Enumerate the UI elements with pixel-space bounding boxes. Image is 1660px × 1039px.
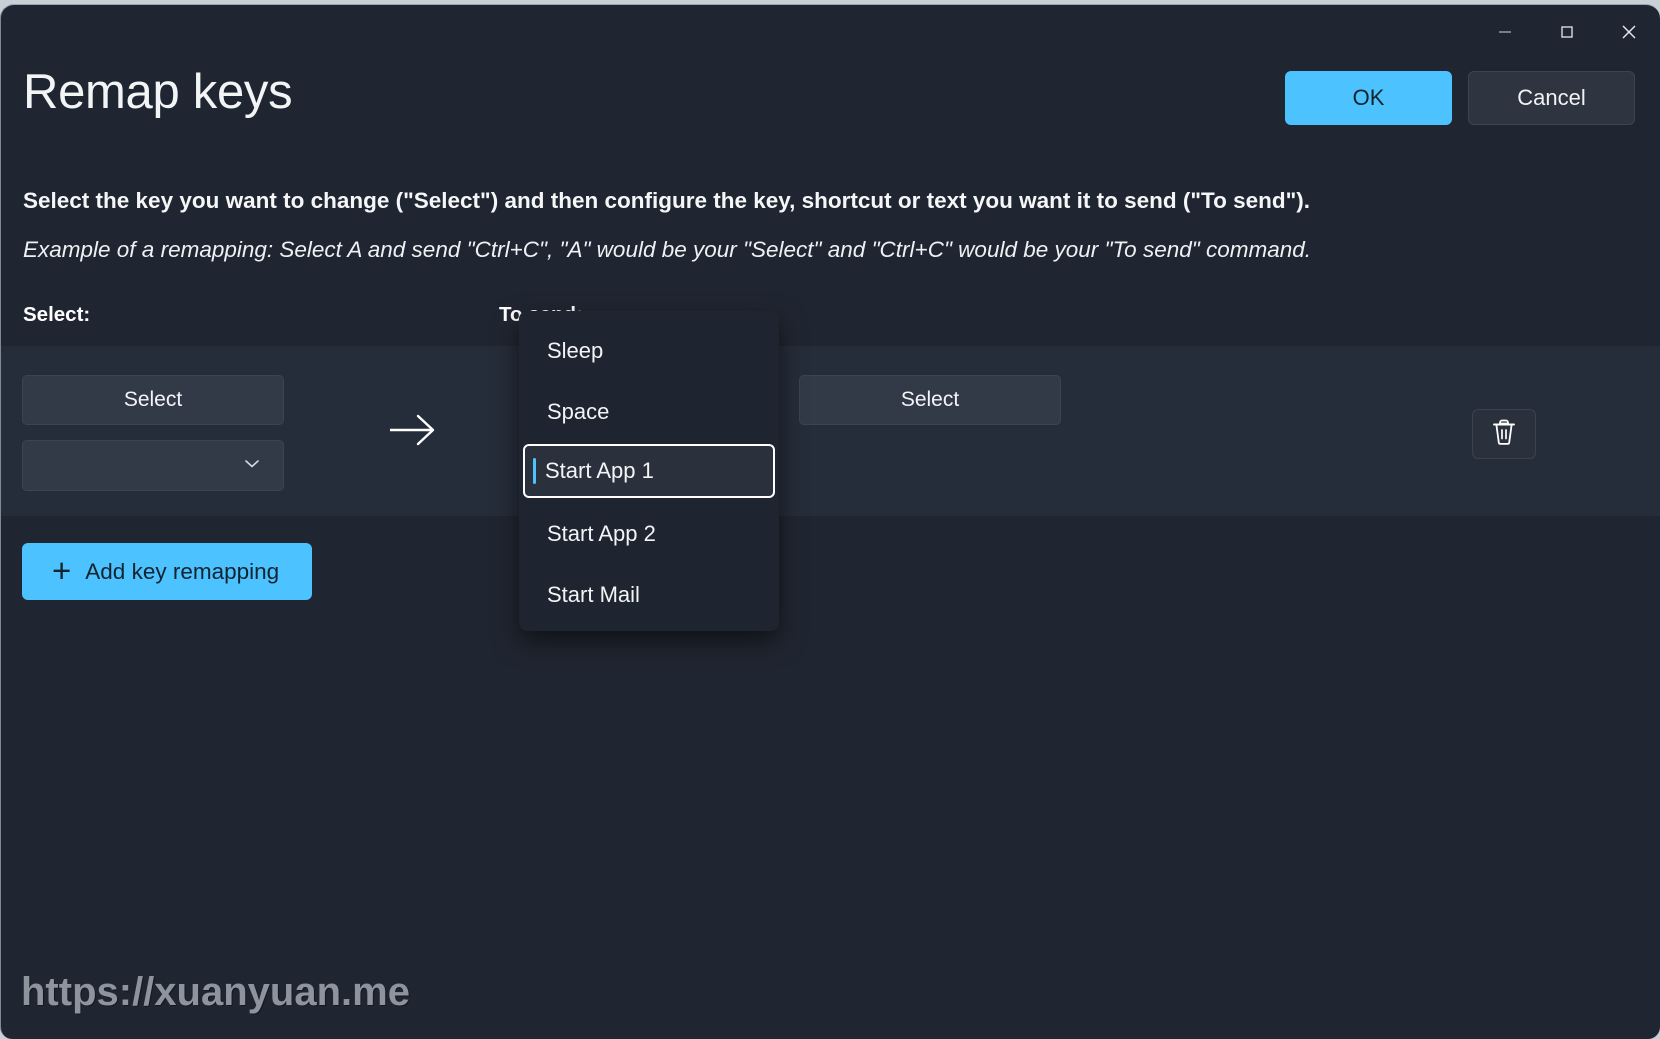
selection-accent-bar [533,458,536,484]
minimize-icon [1496,23,1514,41]
remap-row: Select Select [1,346,1660,516]
add-key-remapping-button[interactable]: + Add key remapping [22,543,312,600]
ok-button[interactable]: OK [1285,71,1452,125]
dropdown-item-label: Start App 2 [547,521,656,546]
dropdown-item-label: Sleep [547,338,604,363]
dropdown-item-space[interactable]: Space [525,388,773,436]
select-key-button[interactable]: Select [22,375,284,425]
key-dropdown-list: Sleep Space Start App 1 Start App 2 Star… [519,311,779,631]
delete-row-button[interactable] [1472,409,1536,459]
column-header-select: Select: [23,303,91,326]
to-send-key-button[interactable]: Select [799,375,1061,425]
maximize-button[interactable] [1536,5,1598,59]
select-key-dropdown[interactable] [22,440,284,491]
plus-icon: + [52,551,72,589]
dropdown-item-sleep[interactable]: Sleep [525,327,773,375]
maximize-icon [1558,23,1576,41]
add-key-remapping-label: Add key remapping [85,558,280,584]
chevron-down-icon [241,452,263,479]
header-actions: OK Cancel [1285,71,1635,125]
dropdown-item-label: Start Mail [547,582,640,607]
dropdown-item-label: Space [547,399,610,424]
trash-icon [1489,416,1519,453]
watermark: https://xuanyuan.me [21,970,410,1014]
window-caption-buttons [1474,5,1660,61]
dropdown-item-start-app-1[interactable]: Start App 1 [523,444,775,498]
close-icon [1619,22,1639,42]
dropdown-item-start-mail[interactable]: Start Mail [525,571,773,619]
arrow-right-icon [388,409,438,456]
minimize-button[interactable] [1474,5,1536,59]
description-line-1: Select the key you want to change ("Sele… [23,188,1311,213]
dropdown-item-start-app-2[interactable]: Start App 2 [525,510,773,558]
page-title: Remap keys [23,65,293,119]
cancel-button[interactable]: Cancel [1468,71,1635,125]
close-button[interactable] [1598,5,1660,59]
dropdown-item-label: Start App 1 [545,458,654,483]
remap-keys-window: Remap keys OK Cancel Select the key you … [0,4,1660,1039]
description-line-2: Example of a remapping: Select A and sen… [23,237,1312,262]
